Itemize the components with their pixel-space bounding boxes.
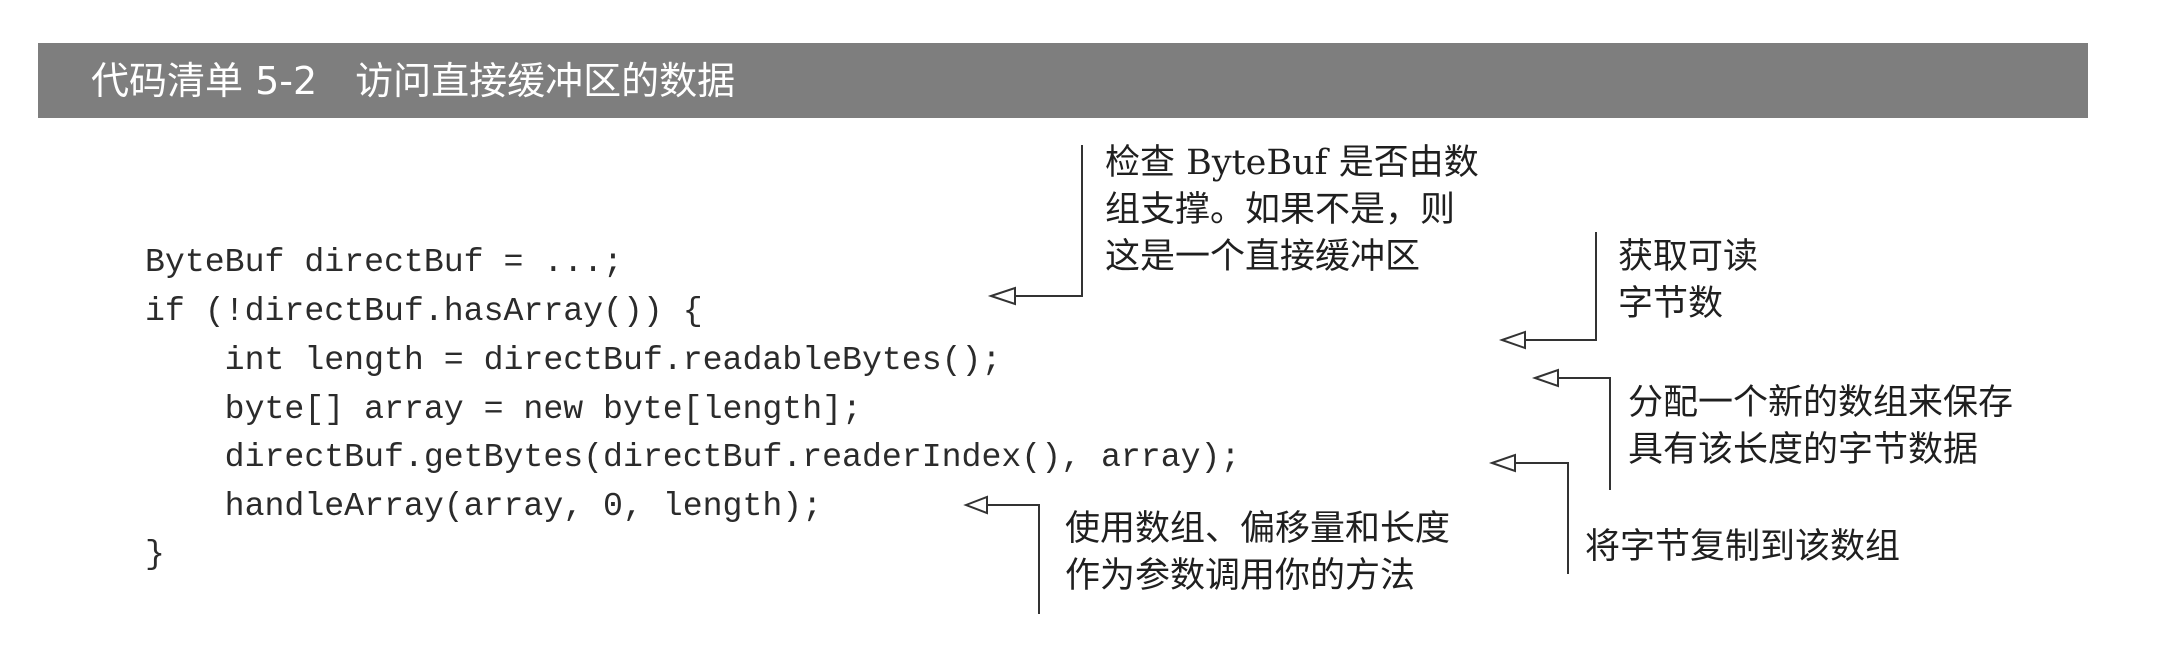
leader-line xyxy=(1558,377,1611,490)
leader-line xyxy=(1525,232,1597,341)
arrowhead-icon xyxy=(1488,453,1516,473)
annotation-leaders xyxy=(963,145,1611,614)
arrowhead-icon xyxy=(987,286,1016,306)
leader-line xyxy=(1015,145,1083,297)
arrowhead-icon xyxy=(1531,368,1559,388)
arrowhead-icon xyxy=(963,495,988,515)
leader-line xyxy=(1515,462,1569,574)
arrowhead-icon xyxy=(1498,330,1526,350)
leader-line xyxy=(987,504,1040,614)
